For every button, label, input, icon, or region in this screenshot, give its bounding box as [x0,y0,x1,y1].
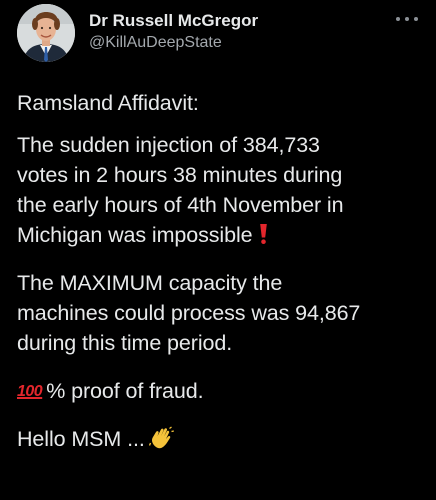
tweet-line: Ramsland Affidavit: [17,91,199,115]
more-options-icon[interactable] [396,12,418,26]
tweet-header: Dr Russell McGregor @KillAuDeepState [0,0,436,78]
avatar-image [17,4,75,62]
waving-hand-icon [148,426,175,458]
tweet-line-text: Michigan was impossible [17,223,253,247]
hundred-points-icon: 100 [17,383,43,400]
tweet-line: The sudden injection of 384,733 [17,133,320,157]
tweet-paragraph-5: Hello MSM ... [17,424,427,454]
tweet-paragraph-3: The MAXIMUM capacity the machines could … [17,268,427,358]
tweet-paragraph-2: The sudden injection of 384,733 votes in… [17,130,427,250]
more-dot [414,17,418,21]
tweet-line: The MAXIMUM capacity the [17,271,283,295]
tweet-line: during this time period. [17,331,233,355]
author-display-name[interactable]: Dr Russell McGregor [89,11,258,31]
tweet-line-with-emoji: Hello MSM ... [17,424,427,454]
tweet-line: votes in 2 hours 38 minutes during [17,163,343,187]
tweet-paragraph-4: 100% proof of fraud. [17,376,427,406]
tweet-line: the early hours of 4th November in [17,193,344,217]
tweet-line-text: Hello MSM ... [17,427,145,451]
tweet-line-with-emoji: 100% proof of fraud. [17,376,427,406]
tweet: Dr Russell McGregor @KillAuDeepState Ram… [0,0,436,500]
tweet-line-with-emoji: Michigan was impossible [17,220,427,250]
exclamation-mark-icon [259,223,268,253]
tweet-paragraph-1: Ramsland Affidavit: [17,88,427,118]
more-dot [396,17,400,21]
tweet-line-text: % proof of fraud. [46,379,204,403]
author-handle[interactable]: @KillAuDeepState [89,34,222,52]
tweet-text: Ramsland Affidavit: The sudden injection… [17,88,427,472]
tweet-line: machines could process was 94,867 [17,301,361,325]
more-dot [405,17,409,21]
avatar[interactable] [17,4,75,62]
